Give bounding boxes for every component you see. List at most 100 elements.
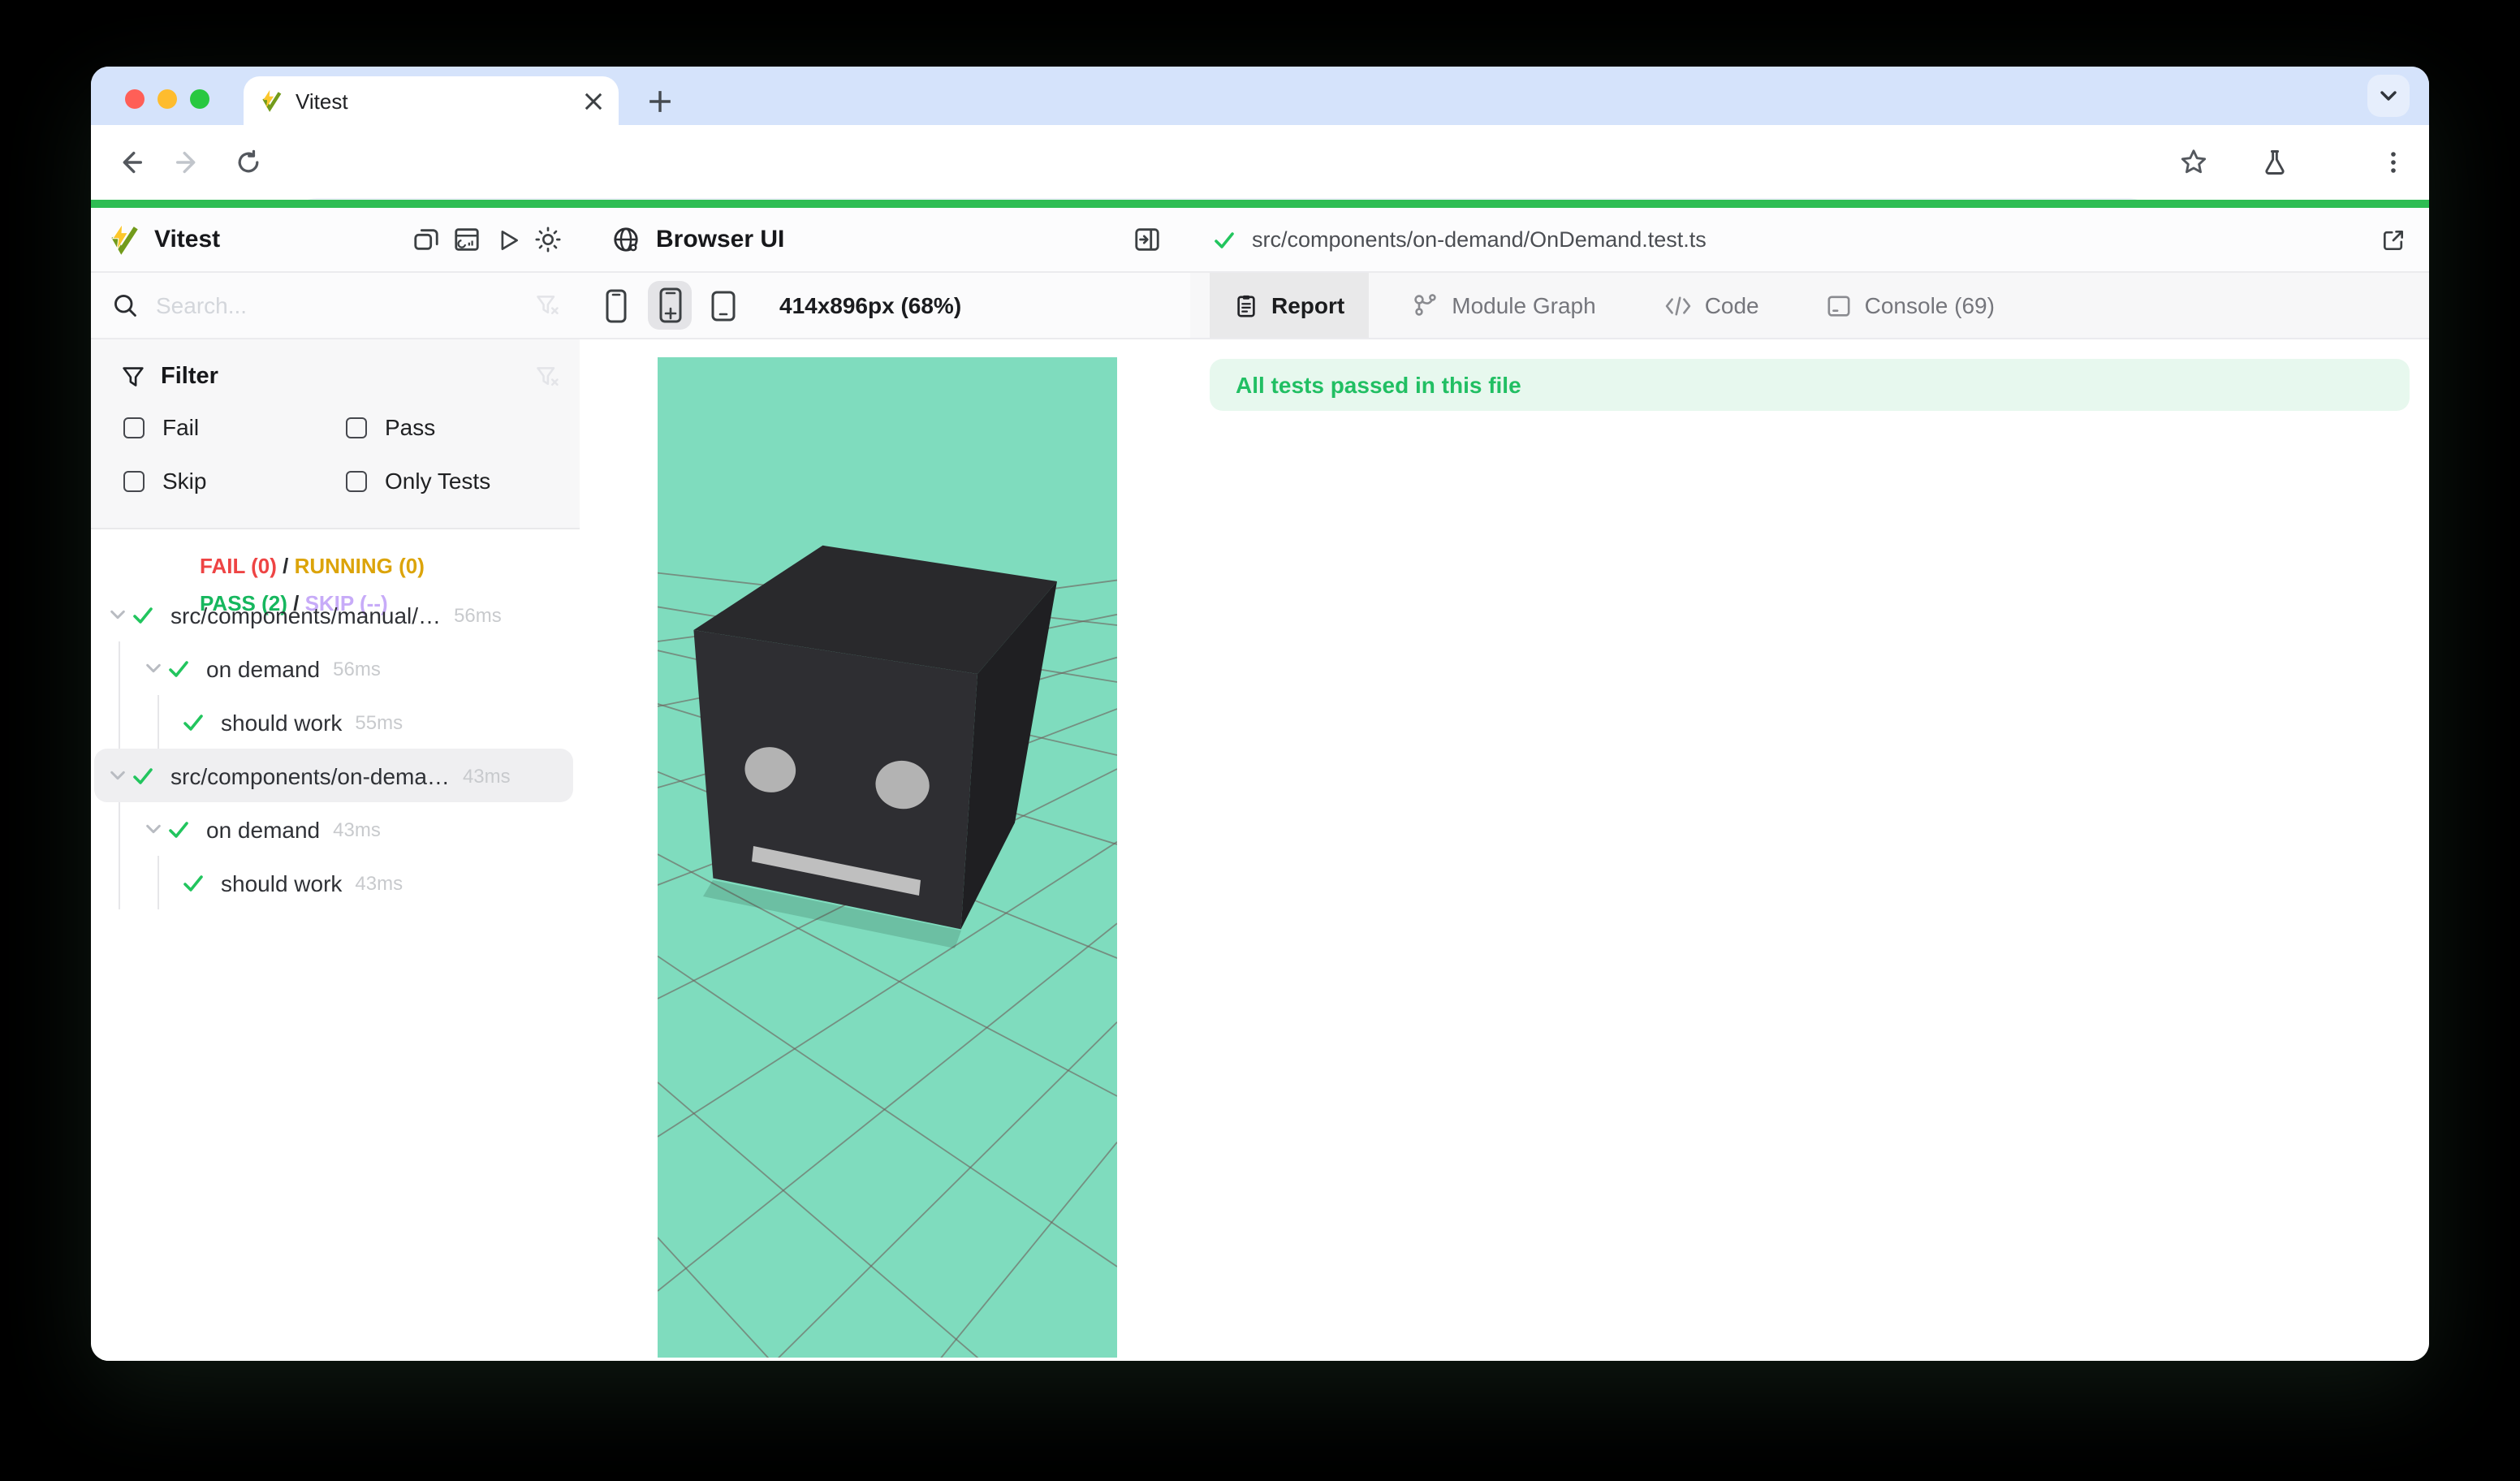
- tree-item-label: should work: [221, 870, 342, 896]
- test-file-path: src/components/on-demand/OnDemand.test.t…: [1252, 227, 1707, 252]
- checkbox-fail-box[interactable]: [123, 417, 145, 438]
- panel-toolbars-row: 414x896px (68%) Report Module Graph Code Co…: [91, 273, 2429, 339]
- tree-item-duration: 56ms: [333, 657, 381, 680]
- tab-label: Console (69): [1865, 292, 1995, 318]
- device-phone-plus-icon[interactable]: [648, 281, 692, 330]
- minimize-window-button[interactable]: [158, 89, 177, 109]
- vitest-logo-icon: [109, 224, 140, 255]
- checkbox-pass-label: Pass: [385, 414, 435, 440]
- running-count: RUNNING (0): [295, 554, 425, 578]
- chevron-down-icon[interactable]: [104, 606, 130, 624]
- collapse-panels-icon[interactable]: [412, 226, 440, 253]
- device-small-icon[interactable]: [701, 281, 745, 330]
- threejs-scene: [658, 357, 1117, 1358]
- browser-ui-title: Browser UI: [656, 226, 784, 253]
- checkbox-pass-box[interactable]: [346, 417, 367, 438]
- summary-line-1: FAIL (0) / RUNNING (0): [200, 547, 580, 585]
- forward-button[interactable]: [173, 147, 204, 178]
- tab-search-button[interactable]: [2367, 75, 2410, 117]
- tab-code[interactable]: Code: [1640, 273, 1784, 338]
- tab-icon: [1664, 295, 1692, 316]
- tab-label: Module Graph: [1452, 292, 1595, 318]
- report-panel: All tests passed in this file: [1190, 339, 2429, 1361]
- checkbox-only-tests-box[interactable]: [346, 470, 367, 491]
- tab-icon: [1234, 293, 1258, 317]
- test-tree: src/components/manual/…56ms on demand 56ms…: [91, 588, 580, 909]
- sidebar-content: Filter Fail Pass Skip Only Tests FAIL (0…: [91, 339, 580, 1361]
- tree-row-test[interactable]: should work 55ms: [91, 695, 580, 749]
- tab-icon: [1413, 292, 1439, 318]
- device-phone-icon[interactable]: [594, 281, 638, 330]
- browser-ui-header: Browser UI: [581, 208, 1189, 271]
- viewport-size-label[interactable]: 414x896px (68%): [779, 292, 961, 318]
- clear-filter-icon[interactable]: [534, 364, 560, 390]
- tab-console-69[interactable]: Console (69): [1803, 273, 2019, 338]
- app-content: Filter Fail Pass Skip Only Tests FAIL (0…: [91, 339, 2429, 1361]
- tree-row-file[interactable]: src/components/on-dema…43ms: [94, 749, 573, 802]
- filter-checkbox-only-tests[interactable]: Only Tests: [346, 468, 490, 494]
- pass-check-icon: [180, 871, 206, 894]
- tab-icon: [1827, 293, 1852, 317]
- browser-tab[interactable]: Vitest: [244, 76, 619, 125]
- cube-front-face: [693, 630, 977, 929]
- menu-dots-icon[interactable]: [2380, 149, 2406, 175]
- close-tab-icon[interactable]: [585, 92, 602, 110]
- panel-right-toggle-icon[interactable]: [1133, 226, 1161, 253]
- tab-report[interactable]: Report: [1210, 273, 1369, 338]
- test-progress-bar: [91, 200, 2429, 208]
- bookmark-star-icon[interactable]: [2178, 147, 2209, 178]
- tree-item-duration: 43ms: [355, 871, 403, 894]
- filter-title: Filter: [161, 364, 218, 390]
- filter-checkbox-fail[interactable]: Fail: [123, 414, 302, 440]
- tree-row-test[interactable]: should work 43ms: [91, 856, 580, 909]
- checkbox-only-tests-label: Only Tests: [385, 468, 490, 494]
- window-controls: [125, 89, 209, 109]
- pass-check-icon: [130, 764, 156, 787]
- chevron-down-icon[interactable]: [140, 659, 166, 677]
- filter-checkbox-pass[interactable]: Pass: [346, 414, 435, 440]
- search-input[interactable]: [153, 291, 534, 320]
- screenshot-stage: Vitest localhost:5173/#/?file=1828625563: [0, 0, 2520, 1481]
- tree-row-suite[interactable]: on demand 56ms: [91, 641, 580, 695]
- test-browser-viewport[interactable]: [658, 357, 1117, 1358]
- filter-panel: Filter Fail Pass Skip Only Tests: [91, 339, 580, 529]
- globe-icon: [612, 226, 640, 253]
- browser-tabstrip: Vitest: [91, 67, 2429, 125]
- fullscreen-window-button[interactable]: [190, 89, 209, 109]
- tree-item-duration: 55ms: [355, 710, 403, 733]
- tree-item-label: on demand: [206, 655, 320, 681]
- panel-headers-row: Vitest Browser UI: [91, 208, 2429, 273]
- tree-row-suite[interactable]: on demand43ms: [91, 802, 580, 856]
- clear-search-filter-icon[interactable]: [534, 292, 560, 318]
- tree-item-label: src/components/on-dema…: [170, 762, 450, 788]
- tree-item-duration: 43ms: [333, 818, 381, 840]
- tab-label: Report: [1271, 292, 1344, 318]
- back-button[interactable]: [114, 147, 145, 178]
- pass-check-icon: [166, 657, 192, 680]
- tree-row-file[interactable]: src/components/manual/…56ms: [91, 588, 580, 641]
- run-all-icon[interactable]: [494, 226, 521, 253]
- checkbox-skip-box[interactable]: [123, 470, 145, 491]
- tab-module-graph[interactable]: Module Graph: [1388, 273, 1620, 338]
- file-pass-check-icon: [1213, 228, 1236, 251]
- chevron-down-icon[interactable]: [104, 766, 130, 784]
- new-tab-button[interactable]: [638, 80, 680, 122]
- dashboard-icon[interactable]: [453, 226, 481, 253]
- fail-count: FAIL (0): [200, 554, 277, 578]
- pass-check-icon: [130, 603, 156, 626]
- close-window-button[interactable]: [125, 89, 145, 109]
- reload-button[interactable]: [234, 148, 263, 177]
- tab-title: Vitest: [296, 89, 585, 113]
- vitest-favicon-icon: [260, 89, 283, 112]
- test-file-header: src/components/on-demand/OnDemand.test.t…: [1190, 208, 2429, 271]
- browser-toolbar: localhost:5173/#/?file=1828625563: [91, 125, 2429, 200]
- open-external-icon[interactable]: [2380, 227, 2406, 253]
- browser-ui-panel: [581, 339, 1189, 1361]
- tree-item-label: should work: [221, 709, 342, 735]
- funnel-icon: [122, 365, 145, 388]
- theme-toggle-sun-icon[interactable]: [534, 226, 562, 253]
- chevron-down-icon[interactable]: [140, 820, 166, 838]
- experiments-flask-icon[interactable]: [2260, 148, 2289, 177]
- filter-checkbox-skip[interactable]: Skip: [123, 468, 302, 494]
- app-title: Vitest: [154, 226, 220, 253]
